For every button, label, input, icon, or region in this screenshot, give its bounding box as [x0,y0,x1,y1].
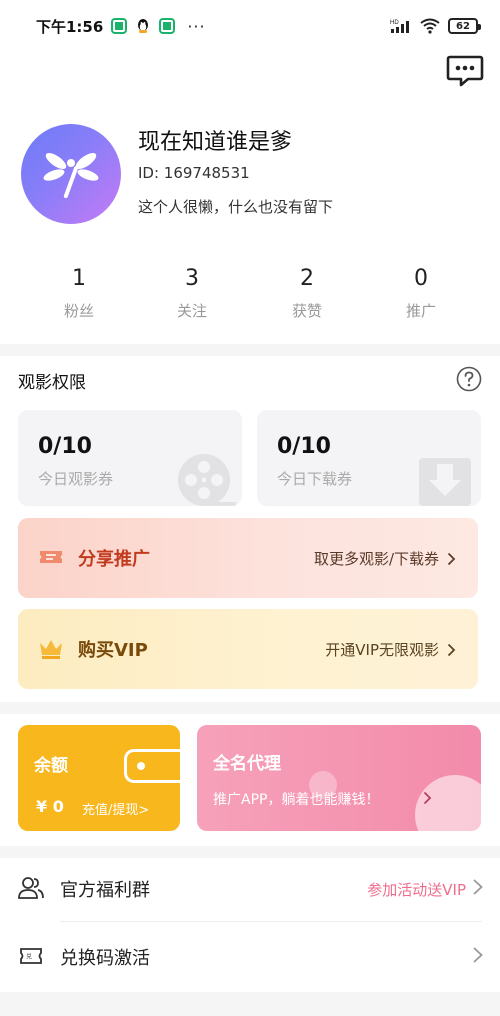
group-users-icon [18,877,44,899]
redeem-ticket-icon: 兑 [20,948,42,964]
shield-app-icon-2 [159,18,176,34]
stat-label: 推广 [405,302,436,320]
share-promo-action: 取更多观影/下载券 [314,548,456,569]
status-right: HD 62 [390,18,481,34]
agent-subtitle: 推广APP，躺着也能赚钱！ [213,792,380,808]
section-divider [0,702,500,714]
bottom-spacer [0,992,500,1016]
more-notifications-icon: ··· [187,16,206,36]
stat-value: 3 [185,266,199,291]
vip-promo-banner[interactable]: 购买VIP 开通VIP无限观影 [18,609,478,689]
recharge-withdraw-link[interactable]: 充值/提现> [82,799,149,818]
status-time: 下午1:56 [36,17,104,36]
section-divider [0,344,500,356]
wallet-icon [124,749,180,783]
stat-following[interactable]: 3 关注 [142,264,242,321]
profile-name: 现在知道谁是爹 [138,130,293,155]
vip-promo-label: 购买VIP [78,640,148,661]
ticket-count: 0/10 [38,434,92,459]
chevron-right-icon [423,791,432,805]
wifi-icon [420,18,440,34]
stat-value: 2 [300,266,314,291]
help-icon[interactable] [456,366,482,392]
balance-card[interactable]: 余额 ¥ 0 充值/提现> [18,725,180,831]
ticket-count: 0/10 [277,434,331,459]
stat-value: 1 [72,266,86,291]
penguin-app-icon [135,18,152,34]
chevron-right-icon [473,879,483,895]
profile-id: ID: 169748531 [138,164,250,182]
stat-label: 粉丝 [63,302,94,320]
stat-value: 0 [414,266,428,291]
battery-icon: 62 [448,18,481,34]
list-item-redeem-code[interactable]: 兑 兑换码激活 [0,924,500,988]
chevron-right-icon [447,552,456,565]
list-item-welfare-group[interactable]: 官方福利群 参加活动送VIP [0,856,500,920]
balance-title: 余额 [34,756,68,776]
signal-icon: HD [390,20,409,33]
chevron-right-icon [447,643,456,656]
list-item-hint: 参加活动送VIP [367,881,466,899]
stat-fans[interactable]: 1 粉丝 [29,264,129,321]
ticket-icon [40,551,62,563]
avatar[interactable] [21,124,121,224]
share-promo-banner[interactable]: 分享推广 取更多观影/下载券 [18,518,478,598]
agent-title: 全名代理 [213,754,281,774]
row-separator [60,921,482,922]
stat-promotion[interactable]: 0 推广 [371,264,471,321]
vip-promo-action: 开通VIP无限观影 [325,639,456,660]
film-reel-icon [178,454,236,506]
share-promo-label: 分享推广 [78,549,150,570]
status-app-icons: ··· [111,17,205,36]
stat-label: 关注 [176,302,207,320]
viewing-ticket-card[interactable]: 0/10 今日观影券 [18,410,242,506]
vip-promo-action-text: 开通VIP无限观影 [325,641,439,659]
share-promo-action-text: 取更多观影/下载券 [313,550,439,568]
ticket-label: 今日观影券 [38,470,114,488]
crown-icon [40,640,62,659]
agent-card[interactable]: 全名代理 推广APP，躺着也能赚钱！ [197,725,481,831]
dragonfly-logo-icon [43,152,99,199]
balance-amount: ¥ 0 [36,797,64,816]
status-bar: 下午1:56 ··· HD 62 [0,0,500,52]
svg-text:兑: 兑 [26,953,32,961]
download-ticket-card[interactable]: 0/10 今日下载券 [257,410,481,506]
download-tray-icon [419,458,471,506]
list-item-label: 官方福利群 [60,880,150,901]
section-title: 观影权限 [18,373,86,393]
message-icon[interactable] [446,55,484,87]
stat-label: 获赞 [291,302,322,320]
chevron-right-icon [473,947,483,963]
ticket-label: 今日下载券 [277,470,353,488]
list-item-label: 兑换码激活 [60,948,150,969]
shield-app-icon [111,18,128,34]
svg-text:HD: HD [390,20,399,26]
stat-likes[interactable]: 2 获赞 [257,264,357,321]
stats-row: 1 粉丝 3 关注 2 获赞 0 推广 [0,264,500,334]
profile-bio: 这个人很懒，什么也没有留下 [138,198,334,216]
